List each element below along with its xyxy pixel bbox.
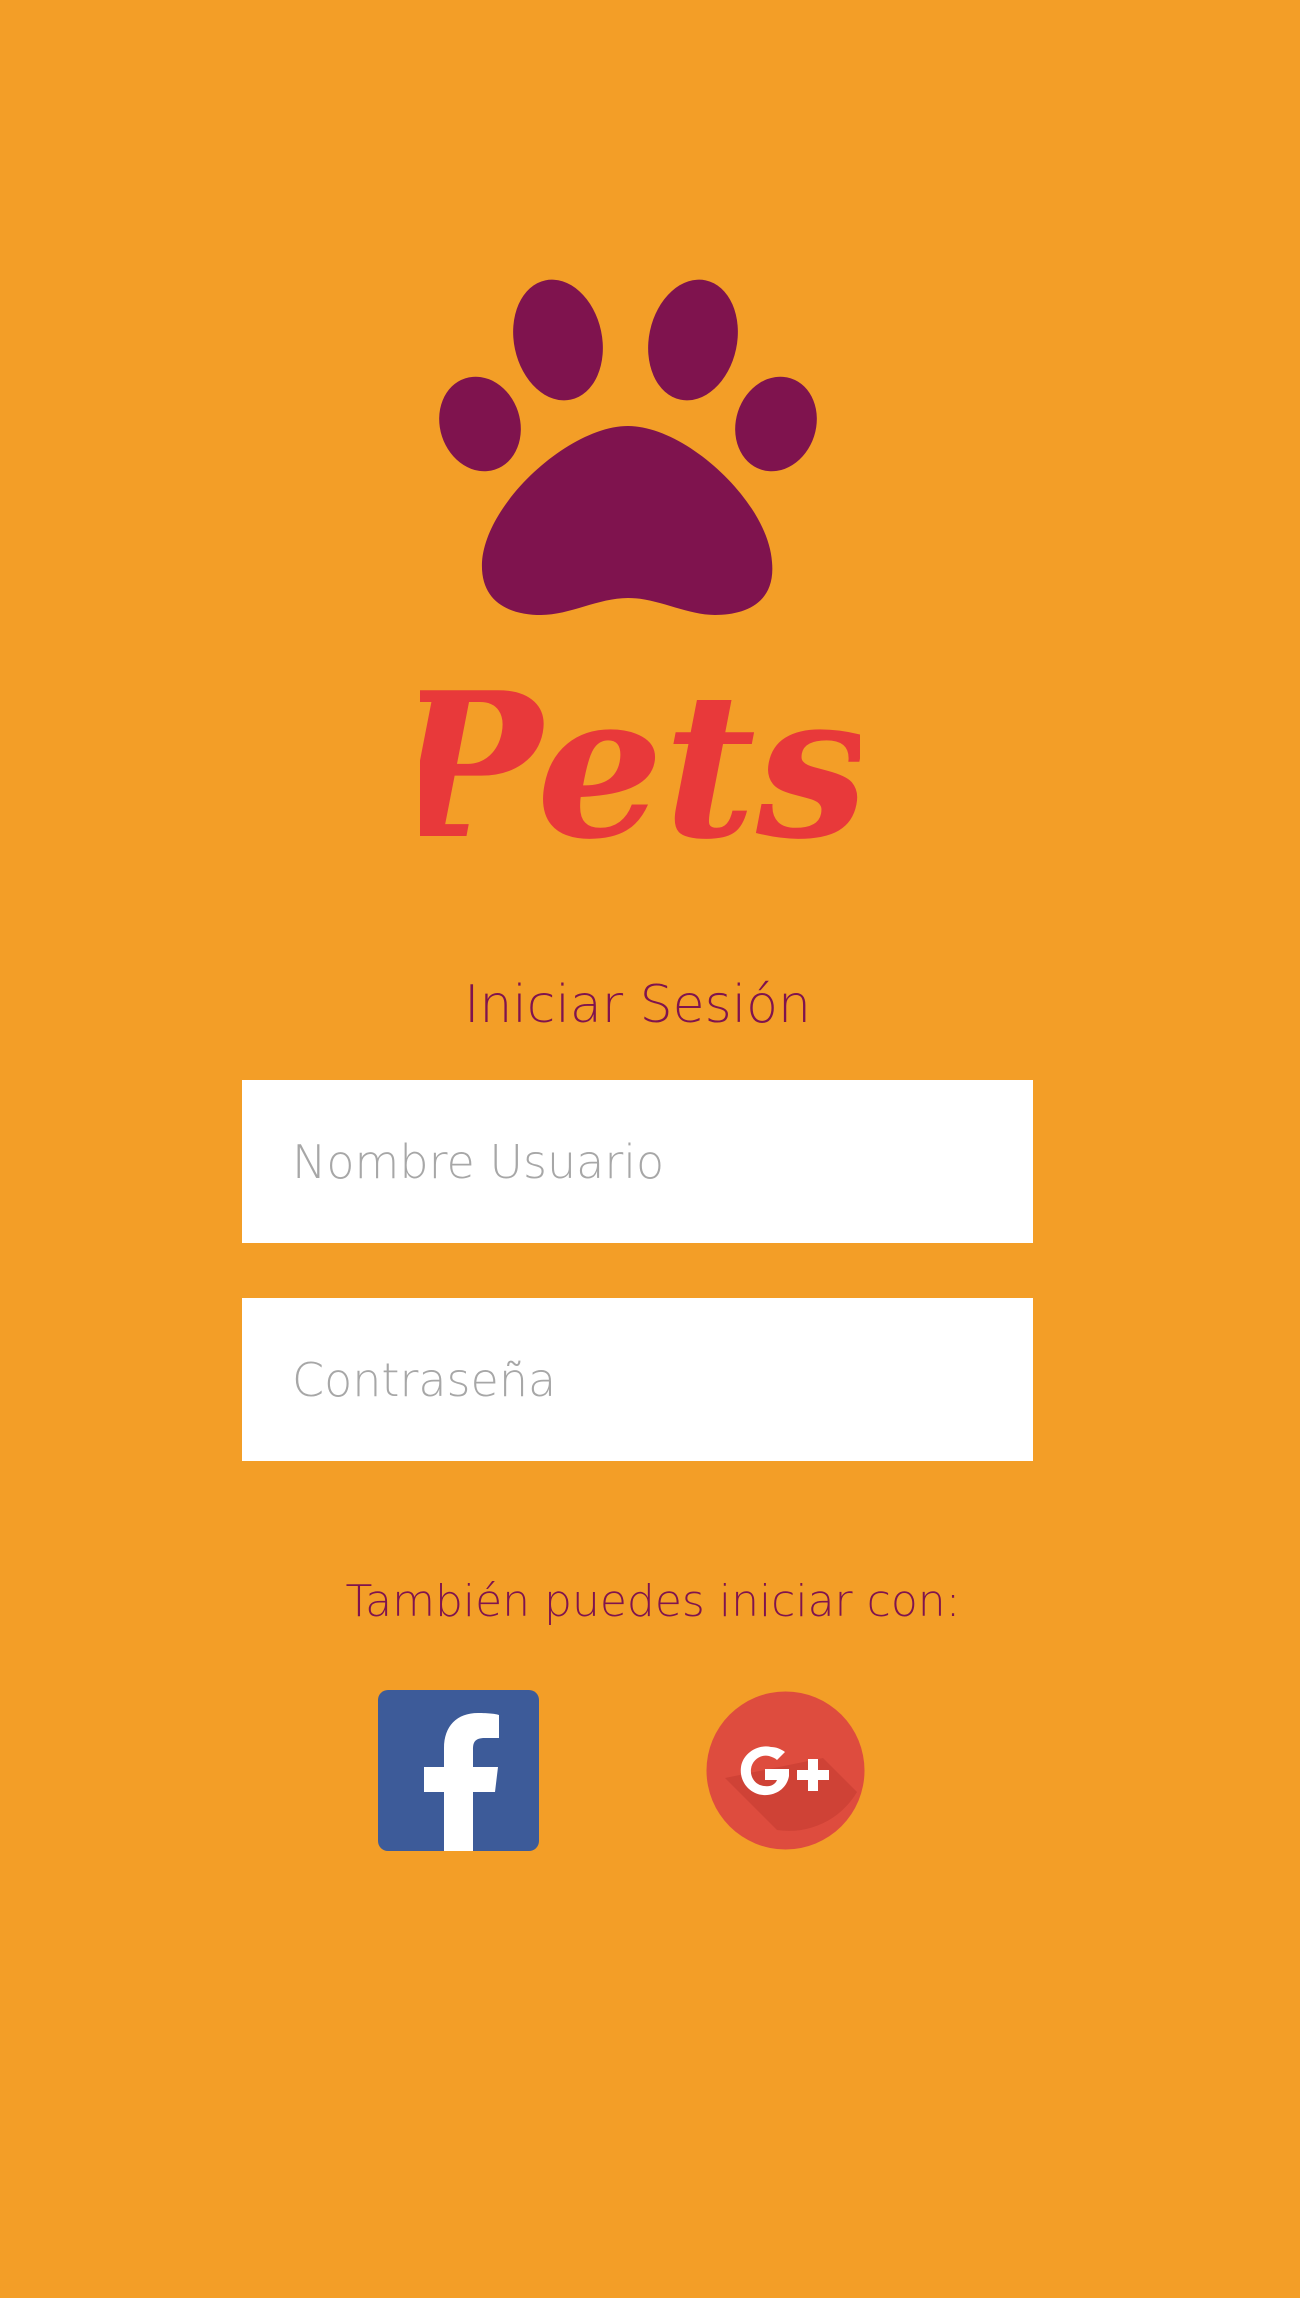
username-input[interactable] xyxy=(242,1080,1033,1243)
paw-pad xyxy=(481,426,773,615)
facebook-icon xyxy=(378,1690,539,1851)
google-plus-icon xyxy=(706,1691,865,1850)
paw-toe-outer-right xyxy=(735,376,817,472)
pets-logo: Pets xyxy=(420,270,860,860)
password-input[interactable] xyxy=(242,1298,1033,1461)
facebook-login-button[interactable] xyxy=(378,1690,539,1851)
paw-toe-inner-right xyxy=(648,279,738,401)
login-title: Iniciar Sesión xyxy=(464,975,811,1035)
paw-toe-inner-left xyxy=(513,279,603,401)
paw-print-icon: Pets xyxy=(420,279,860,860)
google-plus-login-button[interactable] xyxy=(705,1690,866,1851)
paw-toe-outer-left xyxy=(439,376,521,472)
social-login-label: También puedes iniciar con: xyxy=(345,1576,961,1627)
pets-wordmark: Pets xyxy=(420,649,860,860)
